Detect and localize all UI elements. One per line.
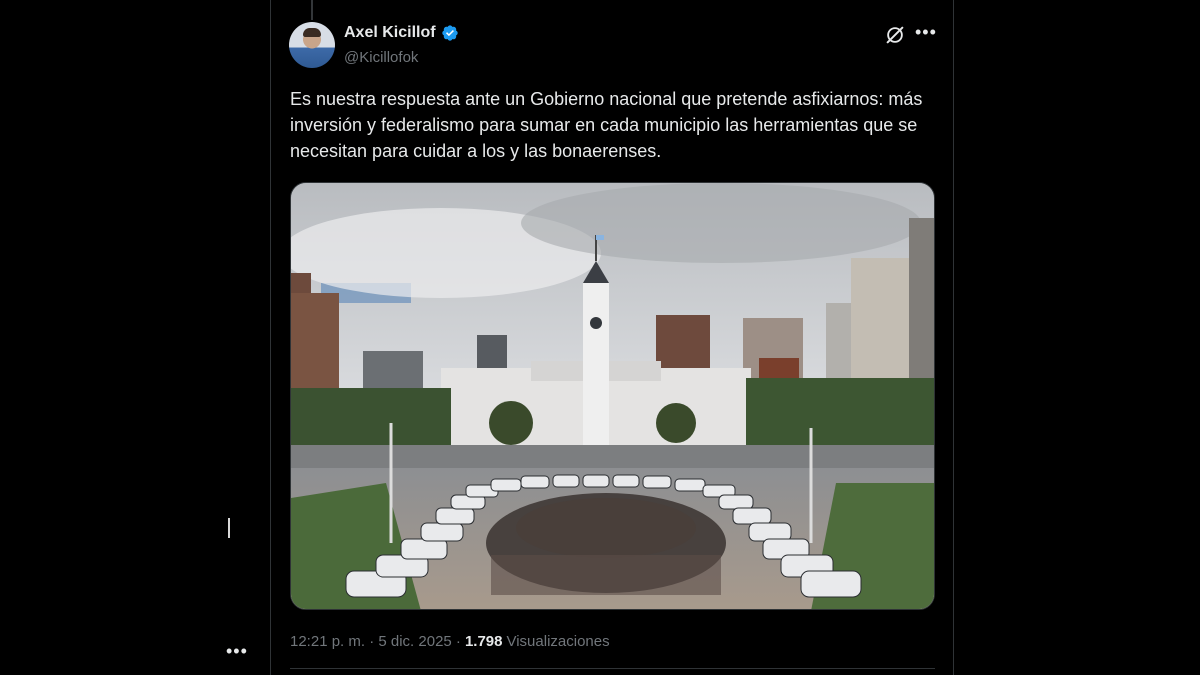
grok-icon[interactable]: [884, 24, 906, 46]
divider: [290, 668, 935, 669]
author-handle[interactable]: @Kicillofok: [344, 49, 418, 66]
views-label: Visualizaciones: [506, 633, 610, 650]
views-count: 1.798: [464, 633, 503, 650]
author-display-name[interactable]: Axel Kicillof: [344, 24, 436, 42]
avatar-hair: [303, 28, 321, 37]
tweet-meta: 12:21 p. m. · 5 dic. 2025 · 1.798 Visual…: [290, 633, 610, 650]
avatar[interactable]: [289, 22, 335, 68]
author-name-row: Axel Kicillof: [344, 24, 459, 42]
more-options-icon[interactable]: •••: [915, 22, 937, 43]
verified-badge-icon: [441, 25, 458, 41]
tweet-timestamp[interactable]: 12:21 p. m. · 5 dic. 2025 ·: [290, 633, 461, 650]
left-gutter: •••: [0, 0, 270, 675]
thread-line: [311, 0, 313, 20]
tweet-text: Es nuestra respuesta ante un Gobierno na…: [290, 89, 923, 161]
photo-illustration: [291, 183, 934, 609]
tweet-photo[interactable]: [290, 182, 935, 610]
left-more-icon[interactable]: •••: [226, 642, 248, 660]
text-cursor: [228, 518, 230, 538]
tweet-column: Axel Kicillof @Kicillofok ••• Es nuestra…: [270, 0, 954, 675]
